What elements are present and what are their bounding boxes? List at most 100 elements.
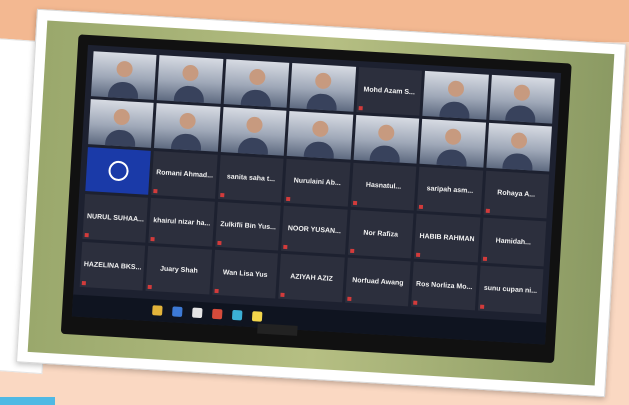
participant-tile[interactable]: NURUL SUHAA... bbox=[82, 194, 149, 243]
taskbar-app-icon[interactable] bbox=[172, 306, 183, 317]
participant-name: Nurulaini Ab... bbox=[293, 177, 341, 188]
participant-tile[interactable]: Nurulaini Ab... bbox=[284, 158, 351, 207]
participant-face bbox=[510, 132, 528, 150]
muted-mic-icon bbox=[358, 105, 363, 111]
participant-tile[interactable]: Zulkifli Bin Yus... bbox=[215, 202, 282, 251]
participant-name: Wan Lisa Yus bbox=[222, 269, 268, 280]
participant-name: Mohd Azam S... bbox=[363, 86, 416, 97]
muted-mic-icon bbox=[214, 288, 219, 294]
participant-tile[interactable]: Juary Shah bbox=[145, 246, 212, 295]
participant-name: Nor Rafiza bbox=[363, 229, 399, 239]
participant-tile[interactable]: Mohd Azam S... bbox=[356, 67, 423, 116]
participant-body bbox=[240, 88, 272, 107]
participant-body bbox=[436, 148, 468, 167]
muted-mic-icon bbox=[479, 304, 484, 309]
meeting-screen: Mohd Azam S... Romani Ahmad... sanita saha… bbox=[71, 44, 562, 345]
participant-tile[interactable] bbox=[287, 110, 354, 160]
muted-mic-icon bbox=[482, 256, 487, 262]
taskbar-app-icon[interactable] bbox=[231, 309, 243, 321]
participant-tile[interactable]: AZIYAH AZIZ bbox=[278, 253, 345, 303]
muted-mic-icon bbox=[346, 296, 352, 301]
participant-tile[interactable] bbox=[223, 59, 290, 108]
participant-face bbox=[513, 84, 531, 102]
television: Mohd Azam S... Romani Ahmad... sanita saha… bbox=[60, 34, 572, 364]
participant-tile[interactable]: Wan Lisa Yus bbox=[212, 249, 279, 299]
muted-mic-icon bbox=[413, 300, 418, 305]
participant-body bbox=[306, 92, 338, 111]
participant-tile[interactable]: khairul nizar ha... bbox=[148, 198, 215, 247]
participant-tile[interactable]: Ros Norliza Mo... bbox=[411, 261, 478, 311]
muted-mic-icon bbox=[352, 201, 357, 206]
participant-face bbox=[444, 128, 462, 146]
taskbar-app-icon[interactable] bbox=[251, 311, 263, 322]
participant-face bbox=[179, 112, 197, 130]
participant-tile[interactable]: sanita saha t... bbox=[217, 154, 284, 204]
muted-mic-icon bbox=[150, 237, 156, 242]
participant-tile[interactable] bbox=[419, 118, 486, 168]
participant-tile[interactable] bbox=[485, 122, 552, 172]
participant-tile[interactable]: HABIB RAHMAN bbox=[413, 214, 480, 263]
participant-face bbox=[115, 60, 133, 78]
participant-name: khairul nizar ha... bbox=[152, 217, 211, 228]
participant-name: Ros Norliza Mo... bbox=[415, 280, 473, 292]
participant-tile[interactable]: Hamidah... bbox=[480, 218, 547, 267]
participant-tile[interactable] bbox=[220, 106, 287, 156]
participant-name: Juary Shah bbox=[159, 265, 198, 275]
participant-face bbox=[245, 116, 263, 134]
participant-face bbox=[248, 68, 266, 86]
participant-tile[interactable] bbox=[88, 98, 155, 148]
participant-tile[interactable] bbox=[157, 55, 224, 104]
participant-face bbox=[311, 120, 329, 138]
participant-tile[interactable]: Rohaya A... bbox=[483, 170, 550, 219]
participant-tile[interactable]: Hasnatul... bbox=[350, 162, 417, 211]
participant-name: AZIYAH AZIZ bbox=[290, 273, 334, 283]
participant-tile[interactable]: Nor Rafiza bbox=[347, 210, 414, 259]
participant-face bbox=[378, 124, 396, 142]
participant-tile[interactable] bbox=[488, 74, 555, 124]
participant-tile[interactable] bbox=[154, 102, 221, 152]
participant-body bbox=[104, 128, 136, 147]
participant-name: Hamidah... bbox=[495, 237, 532, 247]
muted-mic-icon bbox=[416, 252, 421, 258]
muted-mic-icon bbox=[219, 193, 225, 198]
participant-name: HAZELINA BKS... bbox=[83, 261, 142, 272]
participant-body bbox=[439, 100, 471, 119]
participant-face bbox=[314, 72, 332, 90]
participant-tile[interactable]: NOOR YUSAN... bbox=[281, 206, 348, 255]
participant-tile[interactable]: Romani Ahmad... bbox=[151, 150, 218, 200]
participant-body bbox=[173, 84, 205, 103]
participant-tile[interactable] bbox=[353, 114, 420, 164]
participant-tile[interactable]: saripah asm... bbox=[416, 166, 483, 215]
participant-tile[interactable]: Norfuad Awang bbox=[344, 257, 411, 307]
taskbar-app-icon[interactable] bbox=[152, 305, 163, 316]
participant-name: Zulkifli Bin Yus... bbox=[219, 221, 277, 232]
participant-tile[interactable] bbox=[289, 63, 356, 112]
muted-mic-icon bbox=[485, 209, 490, 214]
participant-name: Romani Ahmad... bbox=[155, 169, 214, 181]
participant-tile[interactable] bbox=[90, 51, 157, 100]
muted-mic-icon bbox=[280, 292, 285, 297]
corner-accent bbox=[0, 397, 55, 405]
participant-tile[interactable]: sunu cupan ni... bbox=[477, 265, 544, 315]
participant-tile[interactable] bbox=[422, 70, 489, 120]
participant-body bbox=[237, 136, 269, 155]
participant-tile[interactable] bbox=[85, 146, 152, 196]
participant-name: saripah asm... bbox=[426, 185, 474, 196]
taskbar-app-icon[interactable] bbox=[191, 307, 203, 319]
muted-mic-icon bbox=[283, 245, 288, 250]
muted-mic-icon bbox=[153, 189, 158, 194]
muted-mic-icon bbox=[349, 248, 355, 254]
muted-mic-icon bbox=[148, 284, 153, 290]
participant-name: Hasnatul... bbox=[365, 182, 402, 192]
logo-icon bbox=[107, 160, 129, 182]
participant-name: NURUL SUHAA... bbox=[86, 213, 145, 224]
participant-body bbox=[303, 140, 335, 159]
muted-mic-icon bbox=[286, 197, 291, 202]
taskbar-app-icon[interactable] bbox=[211, 308, 223, 320]
participant-face bbox=[112, 108, 130, 126]
participant-tile[interactable]: HAZELINA BKS... bbox=[79, 242, 146, 291]
participant-name: HABIB RAHMAN bbox=[419, 233, 475, 244]
muted-mic-icon bbox=[418, 205, 424, 210]
participant-name: sanita saha t... bbox=[226, 173, 276, 184]
participant-name: Norfuad Awang bbox=[351, 277, 404, 288]
